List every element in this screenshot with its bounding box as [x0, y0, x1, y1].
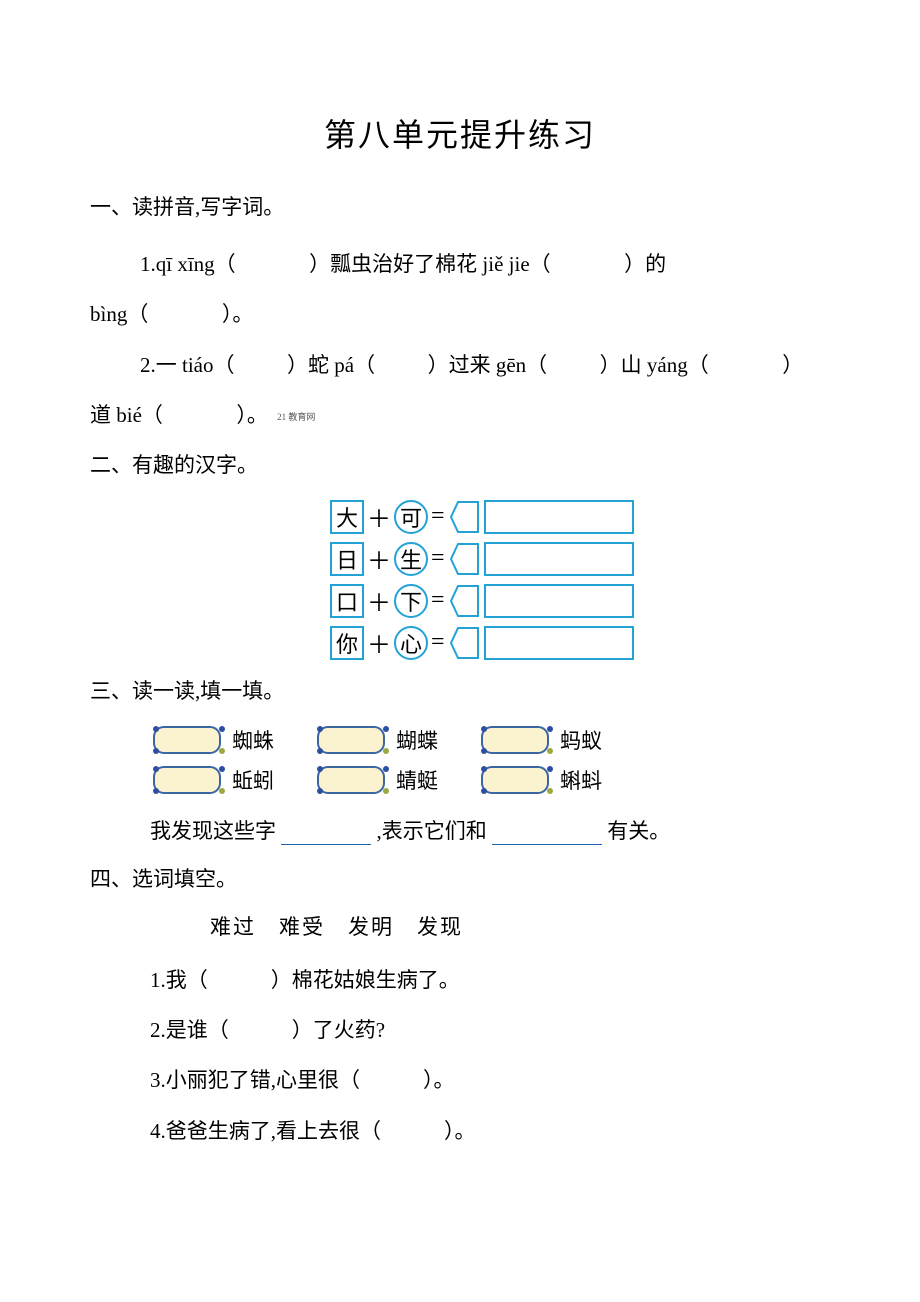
s1-q1-b: ）瓢虫治好了棉花 jiě jie（ — [309, 252, 550, 276]
puzzle-grid: 大 ＋ 可 = 日 ＋ 生 = 口 ＋ 下 = — [330, 497, 830, 663]
puzzle-row: 你 ＋ 心 = — [330, 623, 830, 663]
blank[interactable] — [154, 302, 217, 326]
tag-item: 蜘蛛 — [150, 723, 274, 757]
s1-q1-c: ）的 — [624, 252, 666, 276]
s3-fill-b: ,表示它们和 — [377, 819, 487, 843]
puzzle-left-box: 大 — [330, 500, 364, 534]
s3-fill-c: 有关。 — [607, 819, 670, 843]
blank[interactable] — [714, 353, 777, 377]
s1-q2-line1: 2.一 tiáo（ ）蛇 pá（ ）过来 gēn（ ）山 yáng（ ） — [140, 340, 830, 390]
tag-label: 蚂蚁 — [560, 725, 602, 755]
blank[interactable] — [168, 403, 231, 427]
puzzle-row: 口 ＋ 下 = — [330, 581, 830, 621]
s1-q2-f: 道 bié（ — [90, 403, 163, 427]
tag-item: 蝌蚪 — [478, 763, 602, 797]
equals-icon: = — [431, 629, 445, 656]
blank[interactable] — [240, 353, 282, 377]
section-2-header: 二、有趣的汉字。 — [90, 449, 830, 479]
s3-fill-line: 我发现这些字 ,表示它们和 有关。 — [150, 815, 830, 845]
tag-icon[interactable] — [150, 723, 228, 757]
s1-q1-e: ）。 — [222, 302, 254, 326]
tag-label: 蝌蚪 — [560, 765, 602, 795]
s4-q4: 4.爸爸生病了,看上去很（ ）。 — [150, 1106, 830, 1156]
puzzle-right-circle: 生 — [394, 542, 428, 576]
puzzle-row: 大 ＋ 可 = — [330, 497, 830, 537]
tag-label: 蝴蝶 — [396, 725, 438, 755]
tag-icon[interactable] — [314, 763, 392, 797]
rect-answer-box[interactable] — [484, 584, 634, 618]
puzzle-right-circle: 心 — [394, 626, 428, 660]
page-title: 第八单元提升练习 — [90, 110, 830, 156]
puzzle-right-circle: 下 — [394, 584, 428, 618]
s1-q1-line1: 1.qī xīng（ ）瓢虫治好了棉花 jiě jie（ ）的 — [140, 239, 830, 289]
s1-q2-d: ）山 yáng（ — [600, 353, 709, 377]
plus-icon: ＋ — [367, 583, 391, 618]
s1-q1-a: 1.qī xīng（ — [140, 252, 236, 276]
puzzle-left-box: 口 — [330, 584, 364, 618]
s1-q2-g: ）。 — [236, 403, 268, 427]
s1-q1-line2: bìng（ ）。 — [90, 289, 830, 339]
tag-item: 蜻蜓 — [314, 763, 438, 797]
tiny-watermark: 21 教育网 — [277, 412, 315, 422]
hexagon-answer-box[interactable] — [450, 584, 480, 618]
tag-icon[interactable] — [150, 763, 228, 797]
puzzle-right-circle: 可 — [394, 500, 428, 534]
hexagon-answer-box[interactable] — [450, 500, 480, 534]
tag-row: 蜘蛛 蝴蝶 蚂蚁 — [150, 723, 830, 757]
rect-answer-box[interactable] — [484, 542, 634, 576]
s3-fill-a: 我发现这些字 — [150, 819, 276, 843]
section-3-header: 三、读一读,填一填。 — [90, 675, 830, 705]
tag-item: 蝴蝶 — [314, 723, 438, 757]
puzzle-left-box: 日 — [330, 542, 364, 576]
rect-answer-box[interactable] — [484, 626, 634, 660]
puzzle-left-box: 你 — [330, 626, 364, 660]
section-1-header: 一、读拼音,写字词。 — [90, 191, 830, 221]
hexagon-answer-box[interactable] — [450, 626, 480, 660]
underline-blank[interactable] — [281, 822, 371, 845]
blank[interactable] — [556, 252, 619, 276]
plus-icon: ＋ — [367, 541, 391, 576]
tag-label: 蚯蚓 — [232, 765, 274, 795]
s4-q1: 1.我（ ）棉花姑娘生病了。 — [150, 955, 830, 1005]
s4-q3: 3.小丽犯了错,心里很（ ）。 — [150, 1055, 830, 1105]
tag-icon[interactable] — [478, 763, 556, 797]
s1-q2-a: 2.一 tiáo（ — [140, 353, 235, 377]
rect-answer-box[interactable] — [484, 500, 634, 534]
tag-label: 蜻蜓 — [396, 765, 438, 795]
plus-icon: ＋ — [367, 625, 391, 660]
blank[interactable] — [552, 353, 594, 377]
puzzle-row: 日 ＋ 生 = — [330, 539, 830, 579]
s1-q2-e: ） — [782, 353, 803, 377]
s4-q2: 2.是谁（ ）了火药? — [150, 1005, 830, 1055]
s1-q1-d: bìng（ — [90, 302, 148, 326]
equals-icon: = — [431, 587, 445, 614]
equals-icon: = — [431, 545, 445, 572]
plus-icon: ＋ — [367, 499, 391, 534]
blank[interactable] — [380, 353, 422, 377]
blank[interactable] — [241, 252, 304, 276]
tag-item: 蚂蚁 — [478, 723, 602, 757]
tag-item: 蚯蚓 — [150, 763, 274, 797]
tag-icon[interactable] — [478, 723, 556, 757]
s1-q2-b: ）蛇 pá（ — [287, 353, 375, 377]
hexagon-answer-box[interactable] — [450, 542, 480, 576]
s1-q2-line2: 道 bié（ ）。 21 教育网 — [90, 390, 830, 440]
underline-blank[interactable] — [492, 822, 602, 845]
tag-row: 蚯蚓 蜻蜓 蝌蚪 — [150, 763, 830, 797]
section-4-header: 四、选词填空。 — [90, 863, 830, 893]
tag-icon[interactable] — [314, 723, 392, 757]
equals-icon: = — [431, 503, 445, 530]
s1-q2-c: ）过来 gēn（ — [428, 353, 548, 377]
tag-label: 蜘蛛 — [232, 725, 274, 755]
word-bank: 难过 难受 发明 发现 — [210, 911, 830, 941]
